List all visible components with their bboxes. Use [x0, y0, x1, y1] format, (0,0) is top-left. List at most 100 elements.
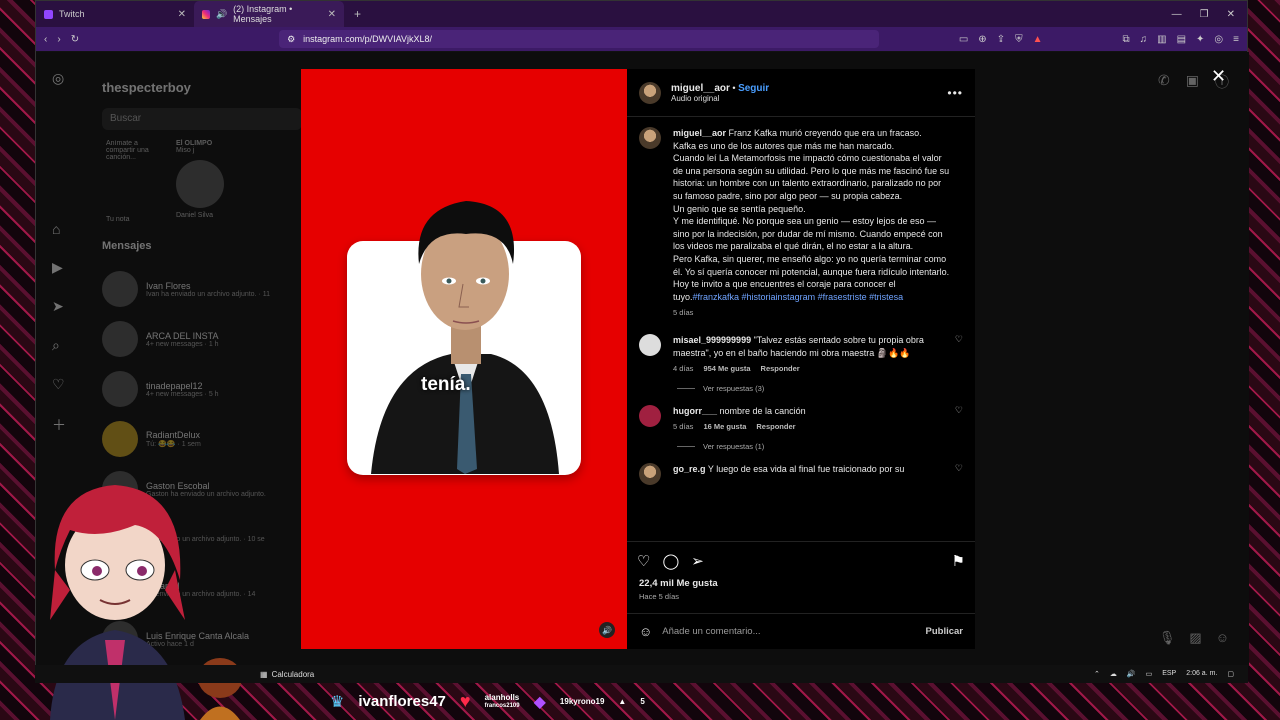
close-icon[interactable]: ✕ [178, 9, 186, 20]
reply-button[interactable]: Responder [756, 421, 795, 434]
audio-label[interactable]: Audio original [671, 94, 769, 103]
image-icon[interactable]: ▨ [1189, 630, 1201, 646]
new-tab-button[interactable]: + [344, 7, 371, 21]
forward-icon[interactable]: › [57, 34, 60, 45]
search-input[interactable]: Buscar [102, 108, 302, 130]
comments-area[interactable]: miguel__aor Franz Kafka murió creyendo q… [627, 127, 975, 542]
avatar[interactable] [639, 81, 661, 104]
comment-username[interactable]: go_re.g [673, 464, 706, 474]
close-window-icon[interactable]: ✕ [1227, 9, 1235, 20]
comment-icon[interactable]: ◯ [662, 552, 679, 570]
nav-rail: ◎ ⌂ ▶ ➤ ⌕ ♡ ＋ [52, 70, 66, 435]
clock[interactable]: 2:06 a. m. [1186, 670, 1217, 678]
explore-icon[interactable]: ➤ [52, 298, 66, 315]
author-username[interactable]: miguel__aor [671, 83, 730, 94]
browser-window: Twitch ✕ 🔊 (2) Instagram • Mensajes ✕ + … [35, 0, 1249, 666]
avatar[interactable] [639, 404, 661, 427]
comment: go_re.g Y luego de esa vida al final fue… [627, 462, 975, 485]
likes-count[interactable]: 22,4 mil Me gusta [627, 570, 975, 589]
list-item[interactable]: RadiantDelux Tú: 😂😂 · 1 sem [102, 414, 302, 464]
comment: misael_999999999 "Talvez estás sentado s… [627, 333, 975, 376]
mute-button[interactable]: 🔊 [599, 622, 615, 638]
donor-top: alanholls [484, 692, 520, 702]
sidebar-icon[interactable]: ▥ [1157, 34, 1166, 45]
menu-icon[interactable]: ≡ [1233, 34, 1239, 45]
wallet-icon[interactable]: ▤ [1177, 34, 1186, 45]
home-icon[interactable]: ⌂ [52, 221, 66, 237]
music-icon[interactable]: ♫ [1140, 34, 1148, 45]
reply-button[interactable]: Responder [761, 363, 800, 376]
comment-username[interactable]: hugorr___ [673, 406, 717, 416]
language[interactable]: ESP [1162, 670, 1176, 678]
close-icon[interactable]: ✕ [328, 9, 336, 20]
tab-twitch[interactable]: Twitch ✕ [36, 1, 194, 27]
maximize-icon[interactable]: ❐ [1200, 9, 1209, 20]
caption-author[interactable]: miguel__aor [673, 128, 726, 138]
list-item[interactable]: tinadepapel12 4+ new messages · 5 h [102, 364, 302, 414]
minimize-icon[interactable]: — [1172, 9, 1182, 20]
shield-icon[interactable]: ⛨ [1015, 34, 1023, 45]
hashtags[interactable]: #franzkafka #historiainstagram #frasestr… [693, 292, 904, 302]
comment-username[interactable]: misael_999999999 [673, 335, 751, 345]
address-bar-row: ‹ › ↻ ⚙ instagram.com/p/DWVIAVjkXL8/ ▭ ⊕… [36, 27, 1247, 51]
comment-likes[interactable]: 16 Me gusta [703, 421, 746, 434]
reels-icon[interactable]: ▶ [52, 259, 66, 276]
reload-icon[interactable]: ↻ [71, 34, 79, 45]
notification-icon[interactable]: ▢ [1227, 670, 1234, 678]
tab-bar: Twitch ✕ 🔊 (2) Instagram • Mensajes ✕ + … [36, 1, 1247, 27]
alert-icon[interactable]: ▲ [1033, 34, 1043, 45]
view-replies[interactable]: Ver respuestas (3) [627, 384, 975, 393]
view-replies[interactable]: Ver respuestas (1) [627, 442, 975, 451]
url-field[interactable]: ⚙ instagram.com/p/DWVIAVjkXL8/ [279, 30, 880, 48]
chevron-up-icon[interactable]: ⌃ [1094, 670, 1100, 678]
avatar[interactable] [639, 127, 661, 149]
comment-input[interactable]: Añade un comentario... [662, 626, 760, 637]
page-viewport: ◎ ⌂ ▶ ➤ ⌕ ♡ ＋ thespecterboy Buscar Aníma… [36, 52, 1249, 666]
like-comment-icon[interactable]: ♡ [955, 463, 963, 485]
avatar[interactable] [639, 462, 661, 485]
emoji-icon[interactable]: ☺ [639, 624, 652, 639]
taskbar-app-calculator[interactable]: ▦ Calculadora [260, 670, 314, 679]
site-info-icon[interactable]: ⚙ [287, 34, 295, 45]
gem-icon: ◆ [533, 693, 546, 711]
search-icon[interactable]: ⌕ [52, 337, 66, 354]
my-note-prompt[interactable]: Anímate a compartir una canción... [106, 140, 156, 176]
like-icon[interactable]: ♡ [637, 552, 650, 570]
back-icon[interactable]: ‹ [44, 34, 47, 45]
phone-icon[interactable]: ✆ [1158, 72, 1170, 92]
comment-likes[interactable]: 954 Me gusta [703, 363, 750, 376]
vpn-icon[interactable]: ◎ [1214, 34, 1223, 45]
tab-instagram[interactable]: 🔊 (2) Instagram • Mensajes ✕ [194, 1, 344, 27]
create-icon[interactable]: ＋ [52, 415, 66, 435]
notifications-icon[interactable]: ♡ [52, 376, 66, 393]
bookmark-icon[interactable]: ⚑ [952, 552, 965, 570]
cloud-icon[interactable]: ☁ [1110, 670, 1117, 678]
account-name[interactable]: thespecterboy [102, 80, 191, 95]
microphone-icon[interactable]: 🎙 [1159, 630, 1176, 646]
video-call-icon[interactable]: ▣ [1186, 72, 1199, 92]
extensions-icon[interactable]: ⧉ [1122, 34, 1129, 45]
share-icon[interactable]: ⇪ [997, 34, 1005, 45]
instagram-icon [202, 9, 210, 19]
close-modal-icon[interactable]: ✕ [1211, 66, 1226, 87]
list-item[interactable]: ARCA DEL INSTA 4+ new messages · 1 h [102, 314, 302, 364]
publish-button[interactable]: Publicar [926, 626, 964, 637]
avatar[interactable] [176, 160, 224, 208]
network-icon[interactable]: ▭ [1146, 670, 1153, 678]
post-side-panel: miguel__aor • Seguir Audio original ••• … [627, 69, 975, 649]
cast-icon[interactable]: ▭ [959, 34, 968, 45]
zoom-icon[interactable]: ⊕ [978, 34, 986, 45]
instagram-logo-icon[interactable]: ◎ [52, 70, 66, 87]
like-comment-icon[interactable]: ♡ [955, 334, 963, 376]
volume-icon[interactable]: 🔊 [1127, 670, 1136, 678]
avatar[interactable] [639, 333, 661, 356]
list-item[interactable]: Ivan Flores Ivan ha enviado un archivo ad… [102, 264, 302, 314]
share-icon[interactable]: ➢ [691, 552, 704, 570]
sticker-icon[interactable]: ☺ [1216, 630, 1229, 646]
follow-button[interactable]: Seguir [738, 83, 769, 94]
add-comment-row: ☺ Añade un comentario... Publicar [627, 613, 975, 649]
post-video[interactable]: tenía. 🔊 [301, 69, 627, 649]
ai-icon[interactable]: ✦ [1196, 34, 1204, 45]
more-options-icon[interactable]: ••• [947, 86, 963, 100]
like-comment-icon[interactable]: ♡ [955, 405, 963, 434]
